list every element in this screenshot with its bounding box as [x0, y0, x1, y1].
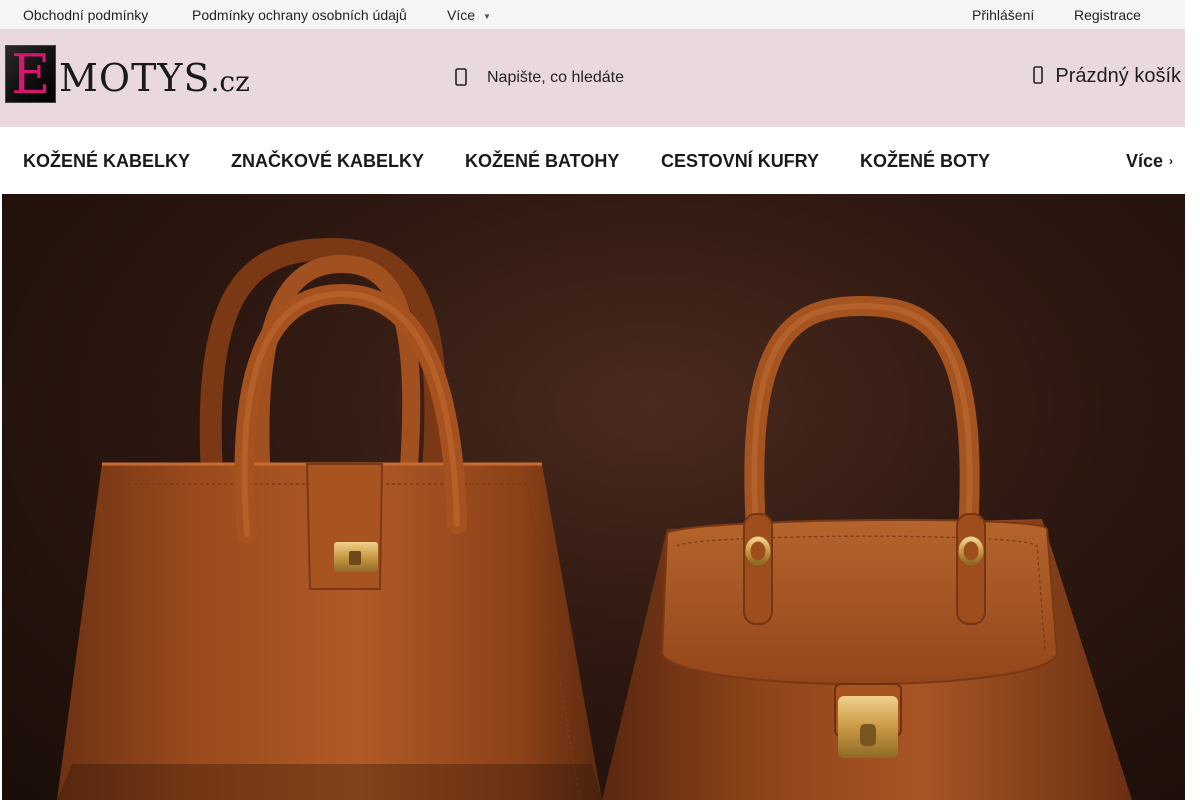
- chevron-right-icon: ›: [1169, 154, 1173, 168]
- cart-icon: [1033, 66, 1044, 84]
- top-utility-bar: Obchodní podmínky Podmínky ochrany osobn…: [0, 0, 1185, 29]
- register-link[interactable]: Registrace: [1074, 7, 1141, 23]
- nav-item-kozene-boty[interactable]: KOŽENÉ BOTY: [860, 151, 990, 172]
- site-logo[interactable]: E MOTYS.cz: [5, 43, 255, 106]
- topbar-more-menu[interactable]: Více ▼: [447, 7, 491, 23]
- site-header: E MOTYS.cz Prázdný košík: [0, 29, 1185, 127]
- search-bar[interactable]: [450, 63, 750, 91]
- login-link[interactable]: Přihlášení: [972, 7, 1034, 23]
- nav-item-kozene-kabelky[interactable]: KOŽENÉ KABELKY: [23, 151, 190, 172]
- hero-image: [57, 237, 1132, 800]
- search-icon[interactable]: [455, 68, 467, 86]
- topbar-more-label: Více: [447, 7, 476, 23]
- hero-banner[interactable]: [2, 194, 1185, 800]
- nav-more-label: Více: [1125, 151, 1163, 171]
- chevron-down-icon: ▼: [483, 11, 491, 21]
- logo-text: MOTYS: [59, 56, 211, 100]
- nav-more-menu[interactable]: Více ›: [1126, 151, 1173, 172]
- cart-button[interactable]: Prázdný košík: [1033, 65, 1181, 91]
- nav-item-cestovni-kufry[interactable]: CESTOVNÍ KUFRY: [661, 151, 819, 172]
- terms-link[interactable]: Obchodní podmínky: [23, 7, 148, 23]
- cart-label: Prázdný košík: [1055, 65, 1181, 87]
- nav-item-znackove-kabelky[interactable]: ZNAČKOVÉ KABELKY: [231, 151, 424, 172]
- logo-mark: E: [5, 43, 56, 106]
- logo-initial: E: [11, 43, 51, 106]
- nav-item-kozene-batohy[interactable]: KOŽENÉ BATOHY: [465, 151, 619, 172]
- main-navigation: KOŽENÉ KABELKY ZNAČKOVÉ KABELKY KOŽENÉ B…: [2, 127, 1185, 194]
- privacy-policy-link[interactable]: Podmínky ochrany osobních údajů: [192, 7, 407, 23]
- logo-wordmark: MOTYS.cz: [59, 56, 250, 104]
- logo-suffix: .cz: [210, 65, 250, 98]
- search-input[interactable]: [487, 69, 747, 87]
